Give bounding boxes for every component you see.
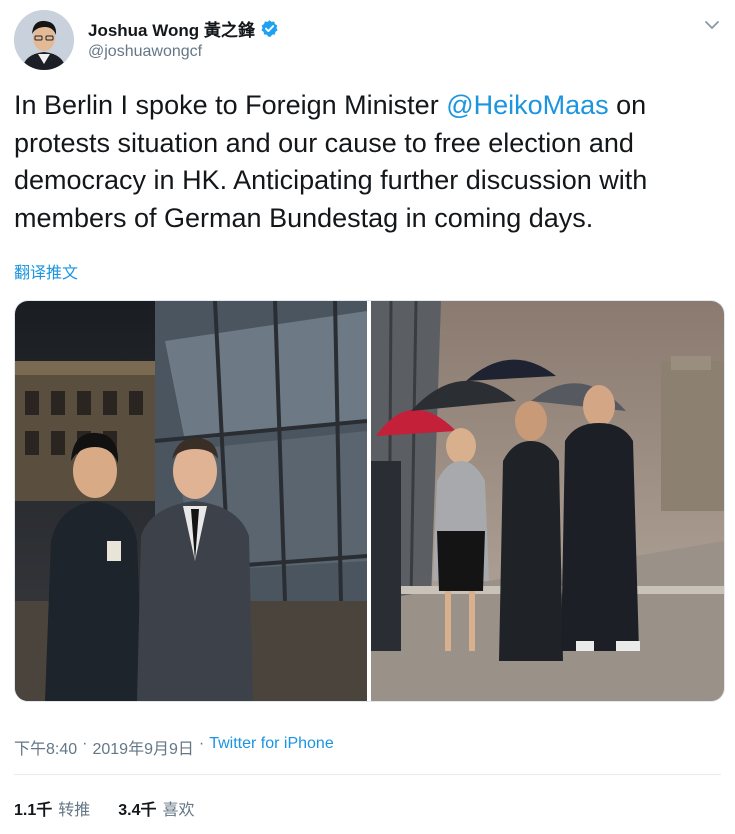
tweet: Joshua Wong 黃之鋒 @joshuawongcf In Berlin … <box>0 0 735 834</box>
translate-tweet-link[interactable]: 翻译推文 <box>14 259 78 283</box>
tweet-stats: 1.1千 转推 3.4千 喜欢 <box>14 796 223 820</box>
avatar-image <box>14 10 74 70</box>
chevron-down-icon[interactable] <box>703 16 721 34</box>
retweets-label: 转推 <box>58 802 91 819</box>
retweets-stat[interactable]: 1.1千 转推 <box>14 796 90 820</box>
tweet-source-link[interactable]: Twitter for iPhone <box>209 735 334 759</box>
author-name-row[interactable]: Joshua Wong 黃之鋒 <box>88 16 279 41</box>
tweet-text: In Berlin I spoke to Foreign Minister @H… <box>14 87 719 237</box>
photo-1[interactable] <box>15 301 367 701</box>
mention-link[interactable]: @HeikoMaas <box>446 90 608 120</box>
author-display-name[interactable]: Joshua Wong 黃之鋒 <box>88 16 255 41</box>
tweet-date[interactable]: 2019年9月9日 <box>92 735 193 759</box>
likes-count: 3.4千 <box>118 802 157 819</box>
author-handle[interactable]: @joshuawongcf <box>88 43 202 61</box>
avatar[interactable] <box>14 10 74 70</box>
retweets-count: 1.1千 <box>14 802 53 819</box>
meta-separator: · <box>82 735 88 752</box>
tweet-meta: 下午8:40 · 2019年9月9日 · Twitter for iPhone <box>14 735 334 759</box>
verified-badge-icon <box>260 19 279 38</box>
likes-label: 喜欢 <box>162 802 195 819</box>
divider <box>14 774 721 775</box>
tweet-text-part-1: In Berlin I spoke to Foreign Minister <box>14 90 447 120</box>
likes-stat[interactable]: 3.4千 喜欢 <box>118 796 194 820</box>
media-grid <box>14 300 725 702</box>
photo-2[interactable] <box>371 301 724 701</box>
meta-separator: · <box>198 735 205 752</box>
tweet-time[interactable]: 下午8:40 <box>14 735 77 759</box>
